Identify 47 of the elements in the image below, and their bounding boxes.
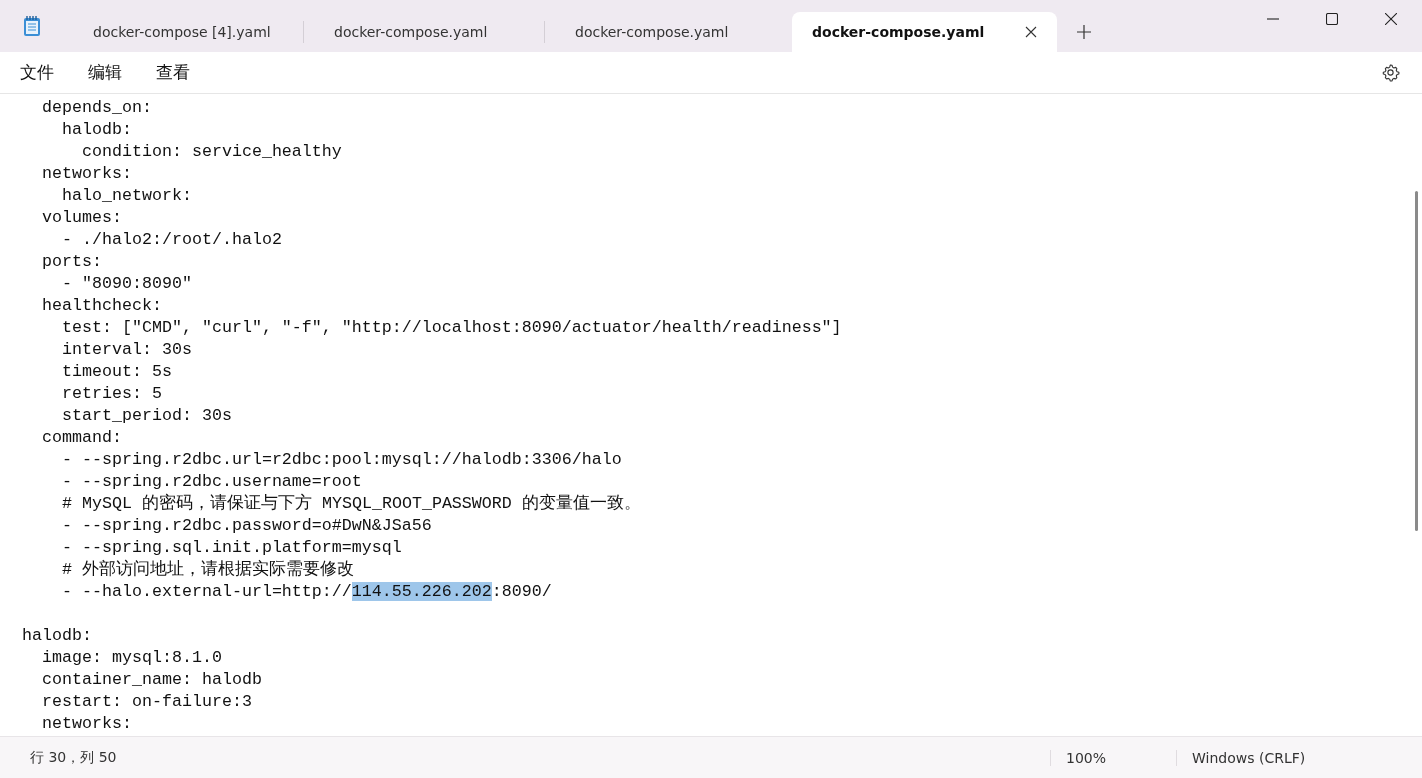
code-line: ports: bbox=[40, 252, 102, 271]
tab[interactable]: docker-compose [4].yaml bbox=[63, 12, 303, 52]
cursor-position: 行 30，列 50 bbox=[29, 748, 117, 767]
menu-item[interactable]: 查看 bbox=[156, 61, 190, 84]
code-text: :8090/ bbox=[491, 582, 552, 601]
selected-text: 114.55.226.202 bbox=[351, 582, 492, 601]
code-line: # MySQL 的密码，请保证与下方 MYSQL_ROOT_PASSWORD 的变量值一致。 bbox=[60, 494, 641, 513]
menu-item[interactable]: 编辑 bbox=[88, 61, 122, 84]
code-line: - --spring.r2dbc.password=o#DwN&JSa56 bbox=[60, 516, 432, 535]
code-line: - --spring.r2dbc.username=root bbox=[60, 472, 362, 491]
code-line: - ./halo2:/root/.halo2 bbox=[60, 230, 282, 249]
code-line: condition: service_healthy bbox=[80, 142, 342, 161]
add-tab-icon[interactable] bbox=[1077, 25, 1091, 39]
code-line: halodb: bbox=[21, 626, 92, 645]
tab[interactable]: docker-compose.yaml bbox=[792, 12, 1057, 52]
code-line: networks: bbox=[40, 164, 132, 183]
code-line: container_name: halodb bbox=[40, 670, 262, 689]
close-icon[interactable] bbox=[1385, 13, 1397, 25]
maximize-icon[interactable] bbox=[1326, 13, 1338, 25]
close-icon[interactable] bbox=[1025, 26, 1037, 38]
code-line: test: ["CMD", "curl", "-f", "http://localhost:8090/actuator/health/readiness"] bbox=[60, 318, 842, 337]
code-line: start_period: 30s bbox=[60, 406, 232, 425]
code-line: volumes: bbox=[40, 208, 122, 227]
code-line: # 外部访问地址，请根据实际需要修改 bbox=[60, 560, 354, 579]
code-line: - --spring.sql.init.platform=mysql bbox=[60, 538, 402, 557]
notepad-icon bbox=[23, 15, 41, 37]
menu-item[interactable]: 文件 bbox=[20, 61, 54, 84]
settings-icon[interactable] bbox=[1381, 63, 1400, 82]
code-line: healthcheck: bbox=[40, 296, 162, 315]
code-line: command: bbox=[40, 428, 122, 447]
code-line: depends_on: bbox=[40, 98, 152, 117]
scrollbar-thumb[interactable] bbox=[1415, 191, 1418, 531]
tab[interactable]: docker-compose.yaml bbox=[545, 12, 785, 52]
code-line: restart: on-failure:3 bbox=[40, 692, 252, 711]
code-line: - --spring.r2dbc.url=r2dbc:pool:mysql://halodb:3306/halo bbox=[60, 450, 622, 469]
code-line: - "8090:8090" bbox=[60, 274, 192, 293]
line-ending[interactable]: Windows (CRLF) bbox=[1176, 749, 1422, 766]
code-text: - --halo.external-url=http:// bbox=[60, 582, 352, 601]
zoom-level[interactable]: 100% bbox=[1050, 749, 1176, 766]
code-line: retries: 5 bbox=[60, 384, 162, 403]
code-line: halodb: bbox=[60, 120, 132, 139]
tab[interactable]: docker-compose.yaml bbox=[304, 12, 544, 52]
code-line: timeout: 5s bbox=[60, 362, 172, 381]
code-line: networks: bbox=[40, 714, 132, 733]
code-line: interval: 30s bbox=[60, 340, 192, 359]
code-line: image: mysql:8.1.0 bbox=[40, 648, 222, 667]
code-line: halo_network: bbox=[60, 186, 192, 205]
